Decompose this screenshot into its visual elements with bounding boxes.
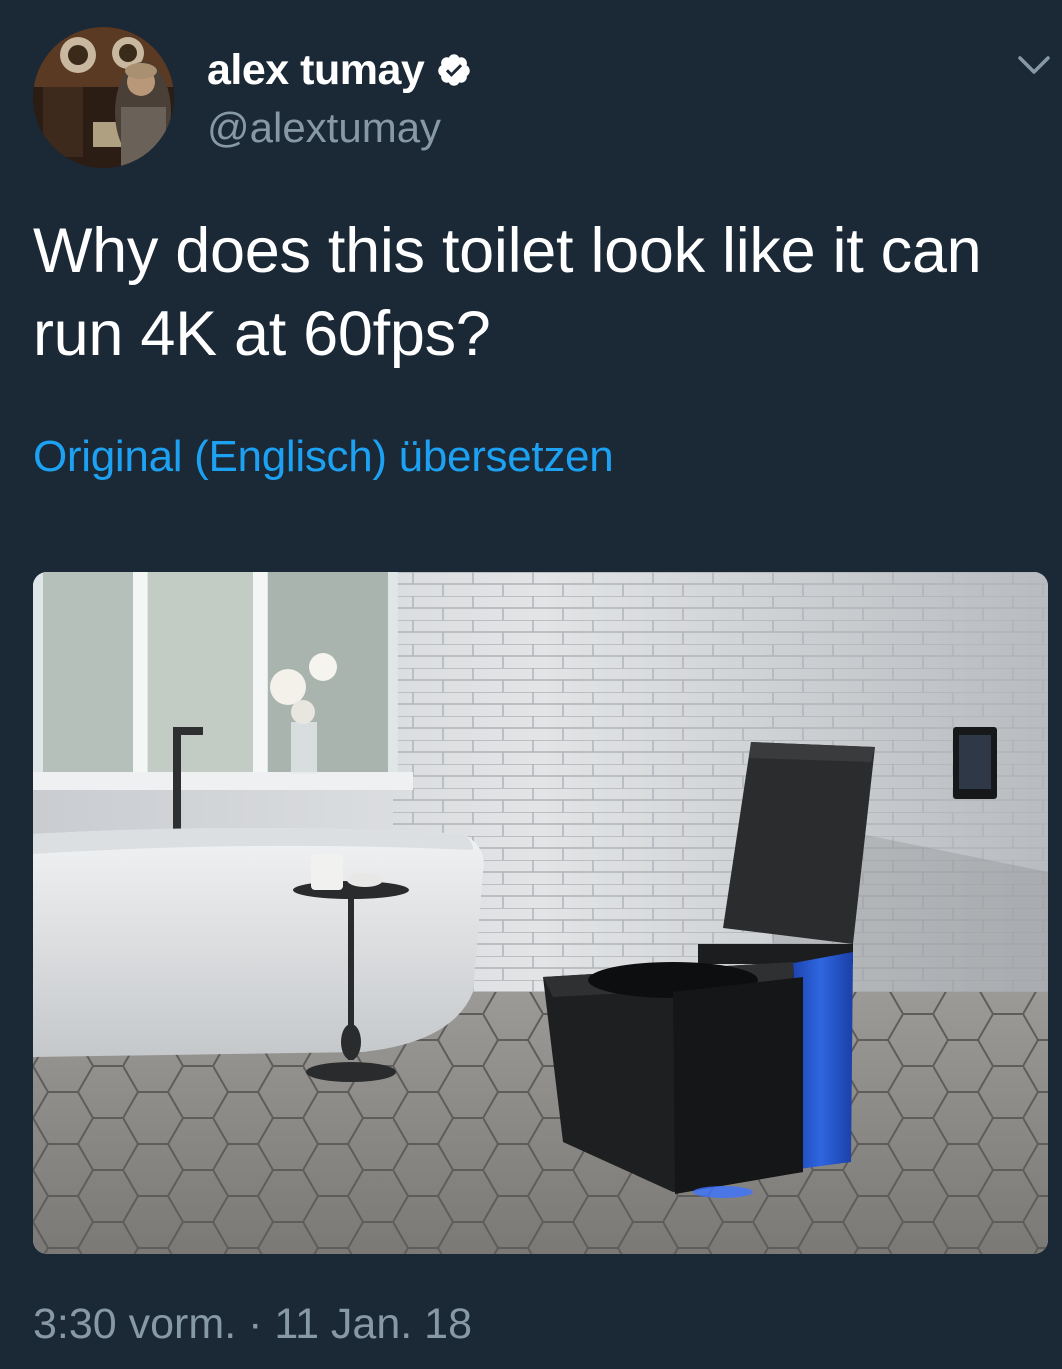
- display-name[interactable]: alex tumay: [207, 46, 425, 95]
- avatar[interactable]: [33, 27, 174, 168]
- toilet-bathroom-image: [33, 572, 1048, 1254]
- timestamp[interactable]: 3:30 vorm. · 11 Jan. 18: [33, 1300, 472, 1349]
- handle[interactable]: @alextumay: [207, 104, 441, 152]
- chevron-down-icon[interactable]: [1016, 50, 1052, 80]
- display-name-row[interactable]: alex tumay: [207, 44, 472, 96]
- tweet-photo[interactable]: [33, 572, 1048, 1254]
- translate-link[interactable]: Original (Englisch) übersetzen: [33, 432, 614, 482]
- verified-badge-icon: [438, 54, 471, 86]
- tweet-card: alex tumay @alextumay Why does this toil…: [0, 0, 1062, 1369]
- avatar-image: [33, 27, 174, 168]
- tweet-text: Why does this toilet look like it can ru…: [33, 216, 982, 369]
